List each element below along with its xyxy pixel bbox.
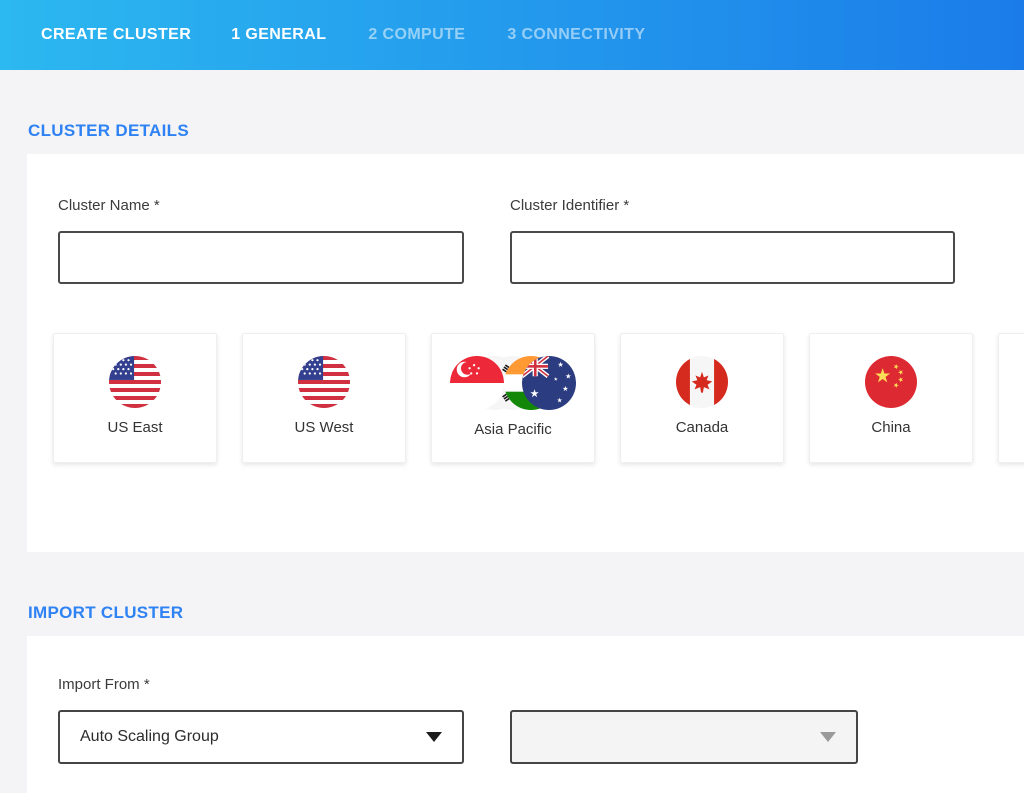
tab-connectivity[interactable]: 3 CONNECTIVITY <box>507 26 645 44</box>
canada-flag-icon <box>676 356 728 408</box>
cluster-identifier-label: Cluster Identifier * <box>510 197 955 215</box>
region-selector-row: US East <box>53 333 1024 463</box>
import-from-label: Import From * <box>58 676 1024 694</box>
wizard-header-bar: CREATE CLUSTER 1 GENERAL 2 COMPUTE 3 CON… <box>0 0 1024 70</box>
australia-flag-icon <box>522 356 576 410</box>
region-label: China <box>871 419 910 436</box>
asia-pacific-flags <box>450 356 576 410</box>
chevron-down-icon <box>820 732 836 742</box>
chevron-down-icon <box>426 732 442 742</box>
region-label: Asia Pacific <box>474 421 552 438</box>
create-cluster-page: CREATE CLUSTER 1 GENERAL 2 COMPUTE 3 CON… <box>0 0 1024 793</box>
us-flag-icon <box>109 356 161 408</box>
region-card-partial[interactable] <box>998 333 1024 463</box>
region-label: US West <box>295 419 354 436</box>
import-selects-row: Auto Scaling Group <box>58 710 1024 764</box>
region-label: US East <box>107 419 162 436</box>
tab-compute[interactable]: 2 COMPUTE <box>368 26 465 44</box>
singapore-flag-icon <box>450 356 504 410</box>
cluster-details-heading: CLUSTER DETAILS <box>28 121 1024 141</box>
wizard-title: CREATE CLUSTER <box>41 26 191 44</box>
cluster-name-label: Cluster Name * <box>58 197 464 215</box>
import-from-selected-value: Auto Scaling Group <box>80 728 219 746</box>
region-card-us-west[interactable]: US West <box>242 333 406 463</box>
cluster-details-panel: Cluster Name * Cluster Identifier * <box>27 154 1024 552</box>
cluster-name-input[interactable] <box>58 231 464 284</box>
region-card-china[interactable]: China <box>809 333 973 463</box>
wizard-steps: 1 GENERAL 2 COMPUTE 3 CONNECTIVITY <box>231 26 687 44</box>
region-card-asia-pacific[interactable]: Asia Pacific <box>431 333 595 463</box>
china-flag-icon <box>865 356 917 408</box>
import-from-select[interactable]: Auto Scaling Group <box>58 710 464 764</box>
cluster-identifier-field-group: Cluster Identifier * <box>510 197 955 284</box>
region-card-us-east[interactable]: US East <box>53 333 217 463</box>
import-cluster-panel: Import From * Auto Scaling Group <box>27 636 1024 793</box>
region-label: Canada <box>676 419 729 436</box>
import-source-select[interactable] <box>510 710 858 764</box>
region-card-canada[interactable]: Canada <box>620 333 784 463</box>
cluster-name-field-group: Cluster Name * <box>58 197 464 284</box>
import-cluster-heading: IMPORT CLUSTER <box>28 603 1024 623</box>
cluster-fields-row: Cluster Name * Cluster Identifier * <box>58 197 1024 284</box>
us-flag-icon <box>298 356 350 408</box>
tab-general[interactable]: 1 GENERAL <box>231 26 326 44</box>
cluster-identifier-input[interactable] <box>510 231 955 284</box>
